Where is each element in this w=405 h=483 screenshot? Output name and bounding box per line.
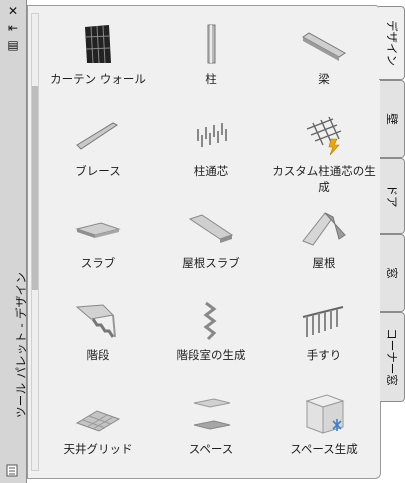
vertical-scrollbar[interactable] (31, 13, 39, 471)
tab-label: 壁 (385, 113, 399, 125)
tab-corner-window[interactable]: コーナー窓 (380, 312, 405, 402)
palette-menu-icon[interactable] (6, 463, 22, 477)
column-grid-icon (197, 123, 227, 147)
tool-label: 階段 (86, 348, 110, 362)
scrollbar-thumb[interactable] (32, 86, 38, 290)
tab-door[interactable]: ドア (380, 158, 405, 234)
space-generate-icon (305, 394, 345, 434)
tool-label: カーテン ウォール (50, 72, 146, 86)
railing-icon (302, 306, 344, 337)
tool-ceiling-grid[interactable]: 天井グリッド (41, 393, 155, 483)
tool-label: 天井グリッド (63, 442, 133, 456)
tool-stair[interactable]: 階段 (41, 299, 155, 393)
tool-railing[interactable]: 手すり (267, 299, 381, 393)
ceiling-grid-icon (75, 410, 121, 432)
curtain-wall-icon (84, 25, 111, 64)
tool-label: カスタム柱通芯の生成 (272, 164, 376, 194)
tool-column-grid[interactable]: 柱通芯 (155, 115, 267, 207)
space-icon (193, 398, 231, 430)
tool-column[interactable]: 柱 (155, 23, 267, 115)
tool-curtain-wall[interactable]: カーテン ウォール (41, 23, 155, 115)
stair-icon (75, 304, 116, 338)
tool-label: スラブ (80, 256, 116, 270)
autohide-icon[interactable]: ⇤ (5, 21, 21, 35)
column-icon (207, 24, 216, 64)
brace-icon (76, 122, 118, 150)
tab-label: ドア (385, 184, 399, 208)
tool-brace[interactable]: ブレース (41, 115, 155, 207)
tool-label: スペース生成 (290, 442, 358, 456)
roof-icon (302, 212, 346, 246)
tool-label: スペース (188, 442, 234, 456)
close-icon[interactable]: ✕ (5, 4, 21, 18)
tool-label: 柱 (205, 72, 217, 86)
tab-label: デザイン (384, 20, 399, 66)
custom-column-grid-icon (306, 116, 342, 156)
tool-space[interactable]: スペース (155, 393, 267, 483)
tool-label: ブレース (75, 164, 121, 178)
stair-tower-icon (203, 301, 217, 341)
tool-beam[interactable]: 梁 (267, 23, 381, 115)
tool-label: 屋根 (312, 256, 336, 270)
tool-palette-panel: カーテン ウォール 柱 梁 ブレース 柱通芯 カスタム柱通芯の生成 スラブ 屋根… (27, 5, 381, 479)
tab-label: コーナー窓 (385, 328, 399, 386)
tool-grid: カーテン ウォール 柱 梁 ブレース 柱通芯 カスタム柱通芯の生成 スラブ 屋根… (41, 6, 381, 480)
palette-title-bar[interactable]: ✕ ⇤ ▤ ツール パレット - デザイン (0, 0, 28, 483)
tool-label: 手すり (306, 348, 342, 362)
tab-window[interactable]: 窓 (380, 234, 405, 312)
tool-label: 屋根スラブ (182, 256, 240, 270)
tab-wall[interactable]: 壁 (380, 80, 405, 158)
tool-label: 梁 (318, 72, 330, 86)
tool-label: 柱通芯 (193, 164, 229, 178)
tool-stair-tower[interactable]: 階段室の生成 (155, 299, 267, 393)
tool-label: 階段室の生成 (176, 348, 246, 362)
tool-slab[interactable]: スラブ (41, 207, 155, 299)
tab-label: 窓 (385, 267, 399, 279)
roof-slab-icon (188, 214, 234, 243)
beam-icon (302, 32, 346, 61)
tool-roof[interactable]: 屋根 (267, 207, 381, 299)
tab-design[interactable]: デザイン (379, 6, 405, 80)
tool-space-generate[interactable]: スペース生成 (267, 393, 381, 483)
tool-custom-column-grid[interactable]: カスタム柱通芯の生成 (267, 115, 381, 207)
slab-icon (75, 222, 121, 238)
tool-roof-slab[interactable]: 屋根スラブ (155, 207, 267, 299)
properties-icon[interactable]: ▤ (5, 38, 21, 52)
